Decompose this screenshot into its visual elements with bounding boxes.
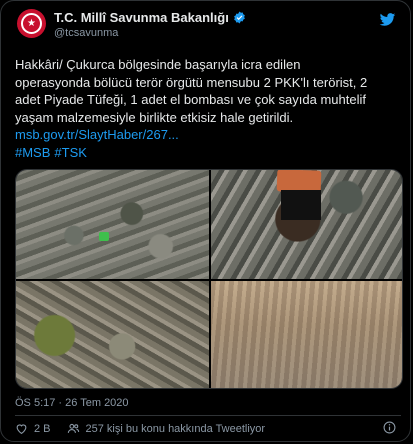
- tweet-card: ★ T.C. Millî Savunma Bakanlığı @tcsavunm…: [0, 0, 411, 442]
- author-handle[interactable]: @tcsavunma: [54, 27, 118, 39]
- tweet-link[interactable]: msb.gov.tr/SlaytHaber/267...: [15, 126, 401, 144]
- media-grid: [15, 169, 403, 389]
- like-action[interactable]: 2 B: [15, 422, 51, 435]
- hashtag-msb[interactable]: #MSB: [15, 145, 50, 160]
- info-icon[interactable]: [383, 421, 396, 434]
- photo-detail: [99, 232, 109, 241]
- author-name[interactable]: T.C. Millî Savunma Bakanlığı: [54, 10, 229, 25]
- twitter-bird-icon[interactable]: [379, 11, 396, 28]
- talking-text: 257 kişi bu konu hakkında Tweetliyor: [85, 422, 266, 435]
- tweet-text-line: yaşam malzemesiyle birlikte etkisiz hale…: [15, 109, 294, 125]
- photo-4[interactable]: [211, 281, 402, 388]
- people-icon: [67, 423, 79, 433]
- author-row: T.C. Millî Savunma Bakanlığı: [54, 10, 246, 25]
- photo-2[interactable]: [211, 170, 402, 279]
- tweet-text: Hakkâri/ Çukurca bölgesinde başarıyla ic…: [15, 56, 401, 144]
- hashtag-tsk[interactable]: #TSK: [54, 145, 87, 160]
- photo-detail: [281, 190, 321, 220]
- tweet-timestamp[interactable]: ÖS 5:17 · 26 Tem 2020: [15, 397, 129, 409]
- star-icon: ★: [27, 17, 36, 29]
- verified-badge-icon: [233, 11, 245, 24]
- tweet-text-line: operasyonda bölücü terör örgütü mensubu …: [15, 74, 368, 90]
- photo-3[interactable]: [16, 281, 209, 388]
- talking-action[interactable]: 257 kişi bu konu hakkında Tweetliyor: [67, 422, 266, 435]
- tweet-text-line: Hakkâri/ Çukurca bölgesinde başarıyla ic…: [15, 57, 301, 72]
- heart-icon: [16, 424, 27, 435]
- photo-1[interactable]: [16, 170, 209, 279]
- avatar-emblem: ★: [21, 13, 42, 34]
- tweet-text-line: adet Piyade Tüfeği, 1 adet el bombası ve…: [15, 92, 366, 107]
- divider: [15, 415, 401, 416]
- hashtags: #MSB #TSK: [15, 145, 91, 160]
- like-count: 2 B: [34, 422, 51, 435]
- tweet-footer: 2 B 257 kişi bu konu hakkında Tweetliyor: [15, 422, 281, 435]
- avatar[interactable]: ★: [17, 9, 46, 38]
